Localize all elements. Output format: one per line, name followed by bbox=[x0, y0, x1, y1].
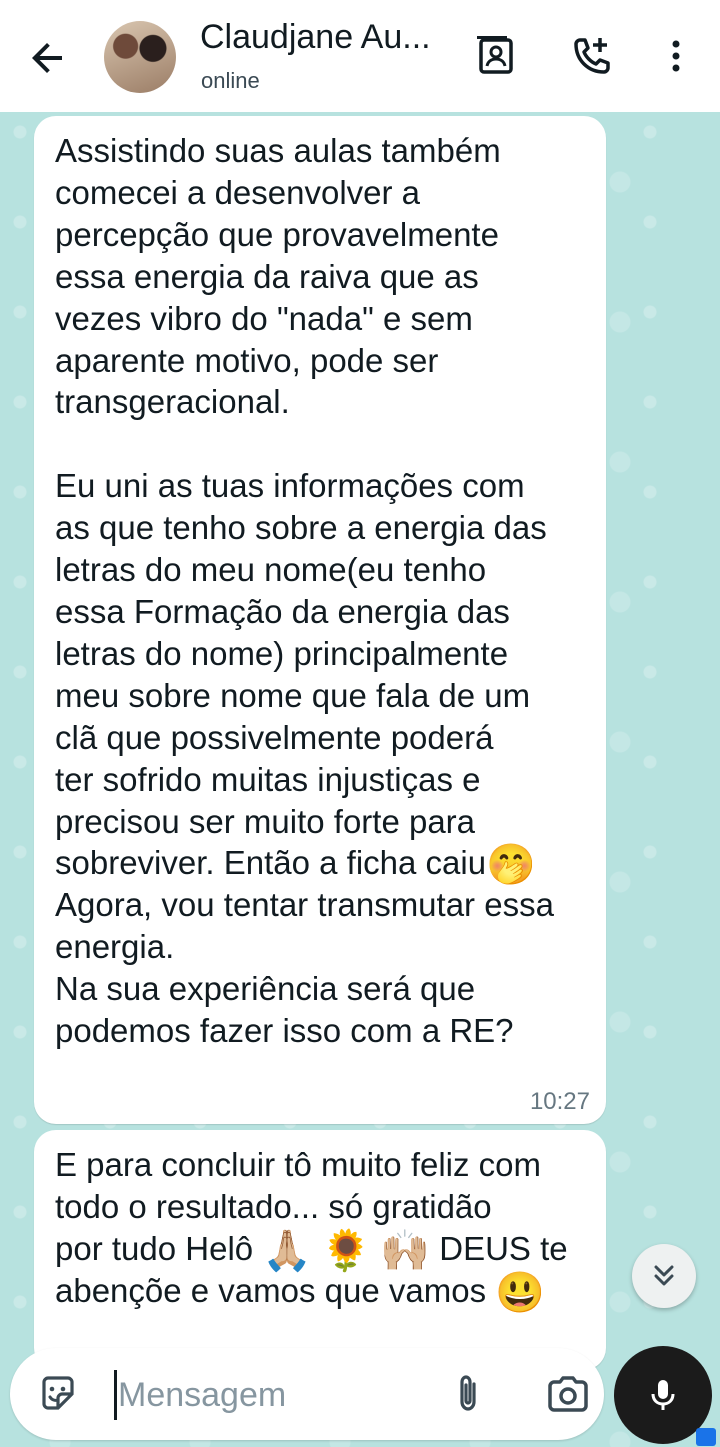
scroll-to-bottom-button[interactable] bbox=[632, 1244, 696, 1308]
more-vert-icon[interactable] bbox=[652, 32, 700, 80]
camera-icon[interactable] bbox=[544, 1370, 592, 1418]
sunflower-emoji: 🌻 bbox=[321, 1228, 372, 1273]
overlay-badge-icon bbox=[696, 1428, 716, 1446]
double-chevron-down-icon bbox=[654, 1265, 674, 1286]
message-time: 10:27 bbox=[529, 1088, 590, 1115]
paperclip-icon[interactable] bbox=[446, 1372, 490, 1416]
folded-hands-emoji: 🙏🏼 bbox=[262, 1228, 313, 1273]
text-cursor bbox=[114, 1370, 117, 1420]
message-text: Assistindo suas aulas também comecei a d… bbox=[55, 132, 554, 1050]
message-input[interactable] bbox=[118, 1370, 418, 1420]
message-bubble[interactable]: E para concluir tô muito feliz com todo … bbox=[34, 1130, 606, 1370]
mic-icon bbox=[651, 1380, 675, 1410]
contact-name[interactable]: Claudjane Au... bbox=[200, 18, 460, 57]
message-bubble[interactable]: Assistindo suas aulas também comecei a d… bbox=[34, 116, 606, 1124]
message-text: E para concluir tô muito feliz com todo … bbox=[55, 1146, 568, 1315]
contact-status: online bbox=[201, 68, 260, 93]
chat-header: Claudjane Au... online bbox=[0, 0, 720, 112]
raising-hands-emoji: 🙌🏼 bbox=[380, 1228, 431, 1273]
add-call-icon[interactable] bbox=[568, 32, 616, 80]
grinning-face-emoji: 😃 bbox=[495, 1270, 546, 1315]
hand-over-mouth-emoji: 🤭 bbox=[486, 843, 536, 888]
message-composer bbox=[10, 1348, 604, 1440]
contact-avatar[interactable] bbox=[104, 21, 176, 93]
contact-card-icon[interactable] bbox=[472, 32, 520, 80]
back-arrow-icon[interactable] bbox=[24, 34, 72, 82]
sticker-icon[interactable] bbox=[36, 1372, 80, 1416]
